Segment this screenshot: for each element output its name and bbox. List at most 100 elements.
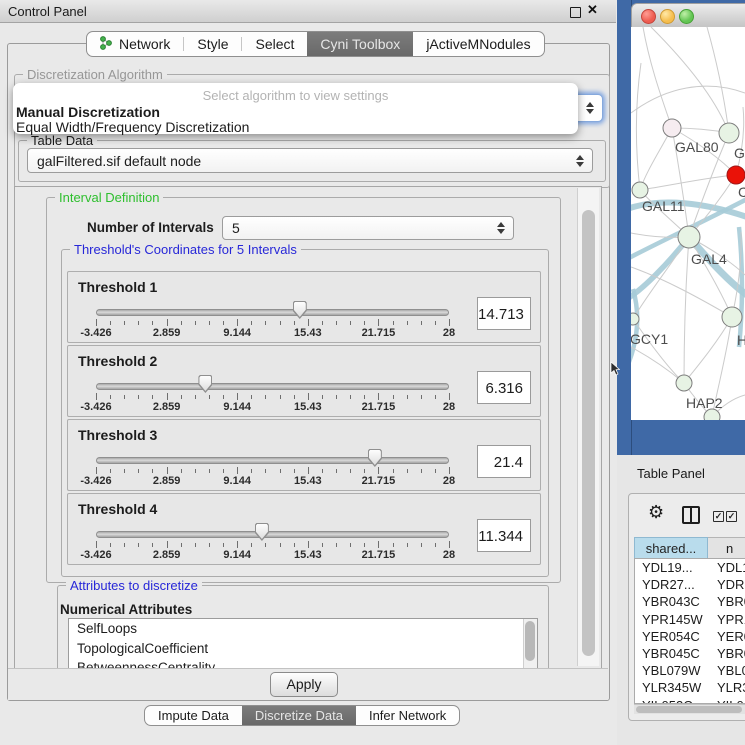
number-of-intervals-combobox[interactable]: 5 — [222, 216, 514, 240]
scrollbar-thumb[interactable] — [636, 706, 742, 713]
attribute-item[interactable]: TopologicalCoefficient — [69, 639, 537, 659]
tab-discretize-data[interactable]: Discretize Data — [242, 706, 356, 725]
attributes-list[interactable]: SelfLoopsTopologicalCoefficientBetweenne… — [68, 618, 538, 670]
tab-style[interactable]: Style — [184, 32, 241, 56]
table-row[interactable]: YPR145WYPR1 — [635, 611, 745, 628]
network-canvas[interactable]: GAL80GACGAL11GAL4GCY1HHAP2 — [631, 27, 745, 420]
tab-infer-network[interactable]: Infer Network — [356, 706, 459, 725]
attributes-group: Attributes to discretize Numerical Attri… — [57, 585, 549, 670]
tab-impute-data[interactable]: Impute Data — [145, 706, 242, 725]
network-edges — [631, 27, 745, 417]
algorithm-dropdown-popup: Select algorithm to view settings Manual… — [13, 83, 578, 134]
network-node[interactable] — [722, 307, 742, 327]
tab-network[interactable]: Network — [87, 32, 183, 56]
table-panel-title: Table Panel — [637, 466, 705, 481]
group-title: Interval Definition — [55, 190, 163, 205]
close-window-icon[interactable] — [641, 9, 656, 24]
tab-label: Cyni Toolbox — [320, 36, 400, 52]
attribute-item[interactable]: SelfLoops — [69, 619, 537, 639]
table-row[interactable]: YBR043CYBR0 — [635, 593, 745, 610]
column-header-shared[interactable]: shared... — [634, 537, 708, 559]
threshold-panel: Threshold 3 -3.4262.8599.14415.4321.7152… — [67, 419, 541, 491]
table-hscrollbar[interactable] — [634, 704, 745, 714]
control-panel-titlebar: Control Panel ✕ — [0, 0, 616, 23]
threshold-panel: Threshold 4 -3.4262.8599.14415.4321.7152… — [67, 493, 541, 565]
tab-select[interactable]: Select — [242, 32, 307, 56]
column-header-name[interactable]: n — [708, 537, 745, 559]
node-label: C — [738, 184, 745, 200]
group-title: Table Data — [27, 133, 97, 148]
table-panel: Table Panel ⚙ ✓ ✓ shared... n YDL19...YD… — [617, 455, 745, 745]
interval-definition-group: Interval Definition Number of Intervals … — [46, 197, 561, 583]
table-panel-box: ⚙ ✓ ✓ shared... n YDL19...YDL1YDR27...YD… — [628, 493, 745, 721]
network-window-frame[interactable] — [617, 0, 632, 455]
table-row[interactable]: YLR345WYLR3 — [635, 679, 745, 696]
combo-stepper-icon — [576, 155, 584, 167]
apply-button[interactable]: Apply — [270, 672, 338, 697]
attributes-list-scrollbar[interactable] — [523, 619, 537, 670]
screen: Control Panel ✕ Network — [0, 0, 745, 745]
tab-cyni-toolbox[interactable]: Cyni Toolbox — [307, 32, 413, 56]
node-label: GCY1 — [631, 331, 668, 347]
slider-scale: -3.4262.8599.14415.4321.71528 — [68, 346, 540, 416]
mouse-cursor — [610, 362, 620, 376]
node-label: GAL11 — [642, 198, 685, 214]
table-row[interactable]: YBL079WYBL0 — [635, 662, 745, 679]
settings-scrollbar[interactable] — [577, 188, 599, 666]
close-panel-icon[interactable]: ✕ — [587, 2, 598, 18]
dropdown-item-equal-width-frequency[interactable]: Equal Width/Frequency Discretization — [16, 119, 249, 135]
table-row[interactable]: YBR045CYBR0 — [635, 645, 745, 662]
threshold-value-box[interactable]: 14.713 — [477, 297, 531, 330]
table-row[interactable]: YDR27...YDR2 — [635, 576, 745, 593]
group-title: Attributes to discretize — [66, 578, 202, 593]
combo-value: galFiltered.sif default node — [37, 153, 201, 169]
control-panel-tabs: Network Style Select Cyni Toolbox jActiv… — [86, 31, 545, 57]
slider-scale: -3.4262.8599.14415.4321.71528 — [68, 272, 540, 342]
tab-label: Select — [255, 36, 294, 52]
table-settings-gear-icon[interactable]: ⚙ — [648, 503, 664, 521]
zoom-window-icon[interactable] — [679, 9, 694, 24]
network-node[interactable] — [663, 119, 681, 137]
threshold-value-box[interactable]: 11.344 — [477, 519, 531, 552]
network-node[interactable] — [676, 375, 692, 391]
panel-title: Control Panel — [8, 4, 87, 19]
table-data-combobox[interactable]: galFiltered.sif default node — [27, 148, 593, 173]
scrollbar-thumb[interactable] — [525, 621, 535, 661]
node-label: GAL80 — [675, 139, 719, 155]
node-label: GAL4 — [691, 251, 727, 267]
tab-label: Impute Data — [158, 708, 229, 723]
network-node[interactable] — [719, 123, 739, 143]
group-title: Threshold's Coordinates for 5 Intervals — [70, 242, 301, 257]
network-window-titlebar[interactable] — [631, 3, 745, 29]
checkbox-icon[interactable]: ✓ — [713, 511, 724, 522]
dropdown-item-manual-discretization[interactable]: Manual Discretization — [16, 104, 160, 120]
tab-jactivemnodules[interactable]: jActiveMNodules — [413, 32, 543, 56]
scrollbar-thumb[interactable] — [582, 210, 595, 656]
float-panel-icon[interactable] — [570, 7, 581, 18]
node-label: H — [737, 332, 745, 348]
checkbox-icon[interactable]: ✓ — [726, 511, 737, 522]
table-row[interactable]: YER054CYER0 — [635, 628, 745, 645]
split-columns-icon[interactable] — [682, 506, 700, 524]
threshold-value-box[interactable]: 6.316 — [477, 371, 531, 404]
tab-label: Infer Network — [369, 708, 446, 723]
tab-label: Discretize Data — [255, 708, 343, 723]
tab-label: Style — [197, 36, 228, 52]
threshold-panel: Threshold 1 -3.4262.8599.14415.4321.7152… — [67, 271, 541, 343]
table-row[interactable]: YDL19...YDL1 — [635, 559, 745, 576]
network-node[interactable] — [678, 226, 700, 248]
network-node[interactable] — [727, 166, 745, 184]
slider-scale: -3.4262.8599.14415.4321.71528 — [68, 494, 540, 564]
threshold-value-box[interactable]: 21.4 — [477, 445, 531, 478]
tab-label: Network — [119, 36, 170, 52]
network-node[interactable] — [632, 182, 648, 198]
combo-stepper-icon — [497, 222, 505, 234]
apply-row: Apply — [8, 668, 608, 700]
threshold-panel: Threshold 2 -3.4262.8599.14415.4321.7152… — [67, 345, 541, 417]
minimize-window-icon[interactable] — [660, 9, 675, 24]
network-node[interactable] — [704, 409, 720, 420]
number-of-intervals-label: Number of Intervals — [87, 220, 214, 235]
table-row[interactable]: YIL052CYIL0 — [635, 697, 745, 705]
dropdown-placeholder: Select algorithm to view settings — [13, 88, 578, 103]
network-node[interactable] — [631, 313, 639, 325]
